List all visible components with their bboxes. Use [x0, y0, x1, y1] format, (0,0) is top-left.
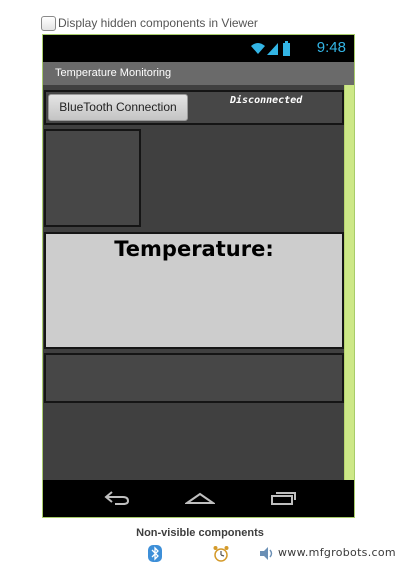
- battery-icon: [283, 41, 290, 56]
- recent-apps-icon[interactable]: [269, 488, 297, 513]
- clock-timer-icon[interactable]: [212, 545, 230, 567]
- status-icons: [250, 40, 294, 62]
- display-hidden-components-option[interactable]: Display hidden components in Viewer: [41, 14, 258, 32]
- screen-title: Temperature Monitoring: [55, 67, 172, 79]
- temperature-label: Temperature:: [114, 237, 274, 261]
- bottom-arrangement[interactable]: [44, 353, 344, 403]
- bluetooth-arrangement[interactable]: BlueTooth Connection Disconnected: [44, 90, 344, 125]
- connection-status-label: Disconnected: [230, 95, 303, 106]
- temperature-arrangement[interactable]: Temperature:: [44, 232, 344, 349]
- status-bar: 9:48: [43, 35, 354, 62]
- back-icon[interactable]: [103, 488, 131, 513]
- signal-icon: [267, 43, 278, 55]
- image-canvas[interactable]: [44, 129, 141, 227]
- wifi-icon: [251, 43, 265, 54]
- bluetooth-connection-button[interactable]: BlueTooth Connection: [48, 94, 188, 121]
- scrollbar-track[interactable]: [344, 85, 354, 481]
- home-icon[interactable]: [183, 488, 217, 513]
- hidden-components-checkbox[interactable]: [41, 15, 56, 31]
- bluetooth-client-icon[interactable]: [148, 545, 162, 567]
- screen-title-bar: Temperature Monitoring: [43, 62, 354, 85]
- phone-preview: 9:48 Temperature Monitoring BlueTooth Co…: [42, 34, 355, 518]
- non-visible-components-title: Non-visible components: [136, 527, 264, 539]
- sound-icon[interactable]: [258, 545, 276, 567]
- hidden-components-label: Display hidden components in Viewer: [58, 16, 258, 30]
- watermark-text: www.mfgrobots.com: [278, 546, 396, 559]
- status-clock: 9:48: [316, 39, 346, 56]
- navigation-bar: [43, 480, 354, 517]
